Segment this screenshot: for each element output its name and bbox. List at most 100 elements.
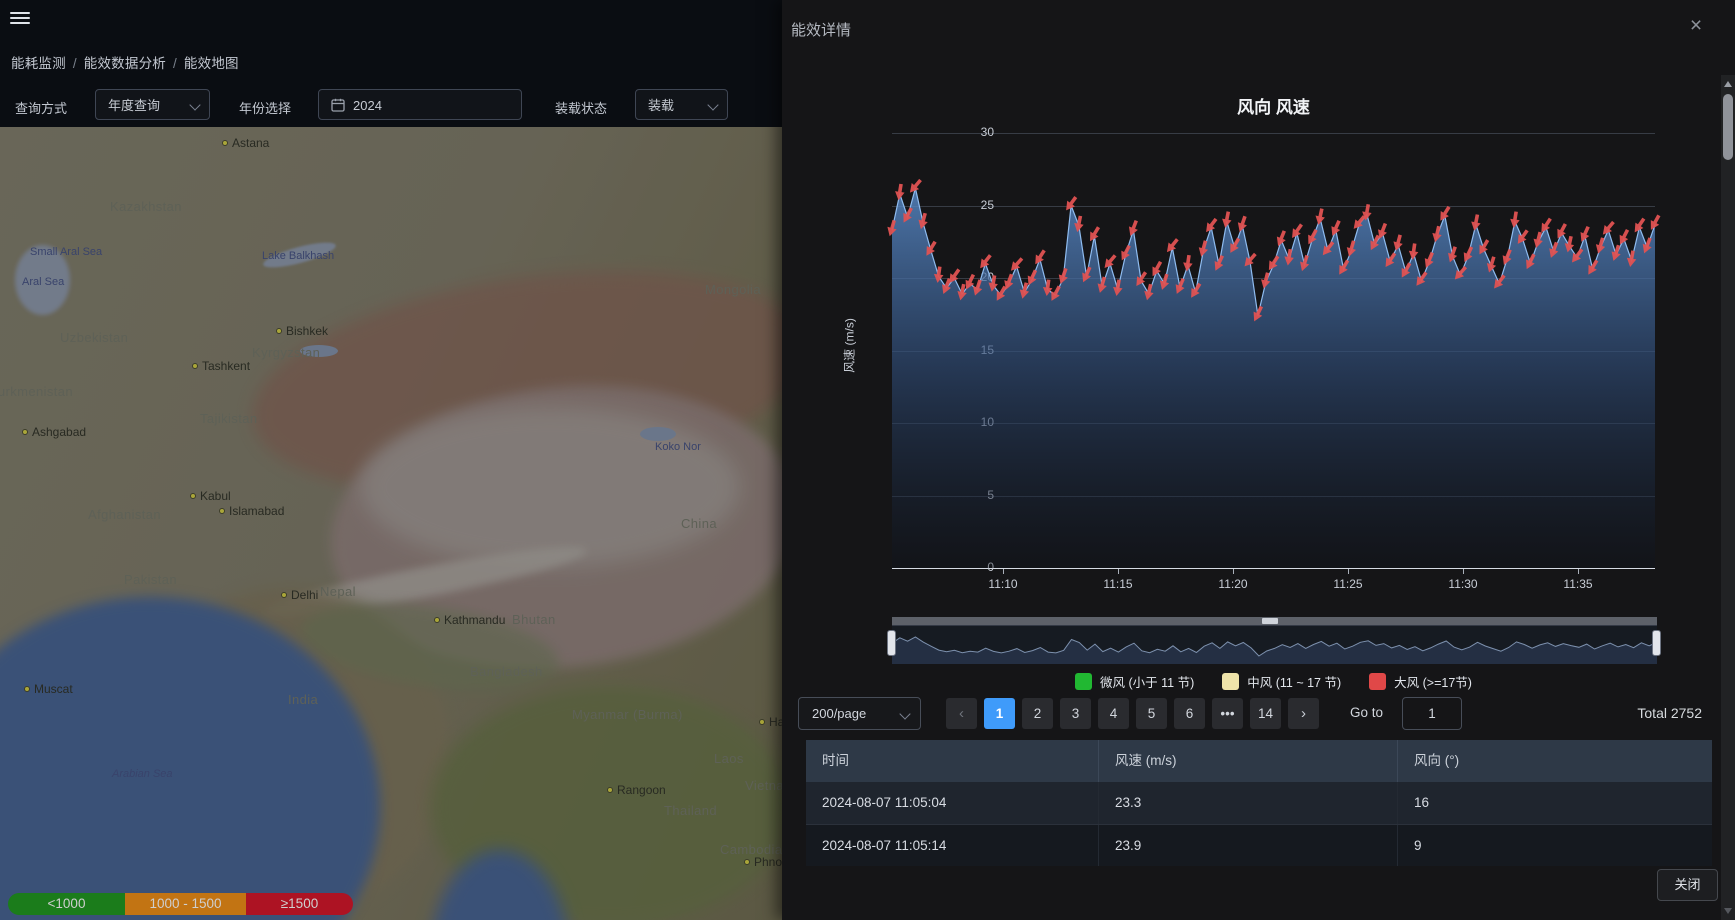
x-axis-tick: 11:35 — [1563, 577, 1592, 591]
scrollbar-track[interactable] — [1721, 75, 1735, 920]
map-label-water: Aral Sea — [22, 276, 64, 288]
map-label-city: Delhi — [291, 588, 318, 602]
map-label-country: Tajikistan — [200, 411, 257, 426]
table-row: 2024-08-07 11:05:1423.99 — [806, 825, 1712, 866]
breadcrumb-separator: / — [73, 56, 77, 71]
map-label-water: Lake Balkhash — [262, 250, 334, 262]
total-count: Total 2752 — [1482, 705, 1702, 721]
year-picker[interactable]: 2024 — [318, 89, 522, 120]
x-tick-mark — [1578, 569, 1579, 574]
map-label-city: Islamabad — [229, 504, 284, 518]
map-label-country: Bangladesh — [470, 664, 543, 679]
city-marker — [24, 686, 30, 692]
close-button[interactable]: 关闭 — [1657, 869, 1718, 901]
map-label-city: Phnom Penh — [754, 855, 782, 869]
goto-page-input[interactable] — [1402, 697, 1462, 730]
drawer-title: 能效详情 — [791, 19, 851, 40]
table-header-cell: 风速 (m/s) — [1099, 740, 1398, 782]
datazoom-handle-right[interactable] — [1652, 630, 1661, 656]
chart-legend-item[interactable]: 中风 (11 ~ 17 节) — [1222, 672, 1341, 691]
city-marker — [222, 140, 228, 146]
year-label: 年份选择 — [239, 98, 291, 117]
more-pages-button[interactable]: ••• — [1212, 698, 1243, 729]
chart-legend-item[interactable]: 大风 (>=17节) — [1369, 672, 1472, 691]
datazoom-box[interactable] — [892, 625, 1657, 664]
datazoom-grip-icon[interactable] — [1262, 618, 1278, 624]
table-cell: 9 — [1398, 825, 1712, 866]
city-marker — [607, 787, 613, 793]
filter-bar: 查询方式 年度查询 年份选择 2024 装载状态 装载 — [0, 89, 782, 122]
next-page-button[interactable]: › — [1288, 698, 1319, 729]
scroll-down-icon[interactable] — [1724, 908, 1732, 914]
x-tick-mark — [1463, 569, 1464, 574]
breadcrumb-separator: / — [173, 56, 177, 71]
chart-title: 风向 风速 — [892, 93, 1655, 118]
table-cell: 23.3 — [1099, 782, 1398, 824]
x-axis-tick: 11:25 — [1333, 577, 1362, 591]
map-label-city: Ashgabad — [32, 425, 86, 439]
datazoom-minichart — [892, 626, 1657, 664]
map-label-city: Astana — [232, 136, 269, 150]
x-axis-tick: 11:15 — [1103, 577, 1132, 591]
legend-segment: ≥1500 — [246, 893, 353, 915]
page-button-14[interactable]: 14 — [1250, 698, 1281, 729]
map-label-country: Mongolia — [705, 282, 761, 297]
calendar-icon — [331, 98, 345, 112]
datazoom-movebar[interactable] — [892, 617, 1657, 625]
chevron-down-icon — [899, 708, 910, 719]
table-header-cell: 时间 — [806, 740, 1099, 782]
map-label-city: Muscat — [34, 682, 73, 696]
map-label-country: Turkmenistan — [0, 384, 73, 399]
map-label-country: Kazakhstan — [110, 199, 182, 214]
x-axis-tick: 11:20 — [1218, 577, 1247, 591]
close-icon[interactable]: × — [1682, 12, 1710, 40]
prev-page-button[interactable]: ‹ — [946, 698, 977, 729]
page-size-select[interactable]: 200/page — [798, 697, 921, 730]
map-label-city: Bishkek — [286, 324, 328, 338]
datazoom-handle-left[interactable] — [887, 630, 896, 656]
breadcrumb-item[interactable]: 能耗监测 — [11, 56, 66, 71]
map-label-city: Rangoon — [617, 783, 666, 797]
map-label-country: Nepal — [320, 584, 356, 599]
legend-label: 微风 (小于 11 节) — [1100, 672, 1194, 691]
table-row: 2024-08-07 11:05:0423.316 — [806, 782, 1712, 825]
table-cell: 2024-08-07 11:05:04 — [806, 782, 1099, 824]
datazoom-slider[interactable] — [892, 617, 1657, 664]
detail-drawer: 能效详情 × 风向 风速 风速 (m/s) 051015202530 11:10… — [782, 0, 1735, 920]
load-status-select[interactable]: 装载 — [635, 89, 728, 120]
x-tick-mark — [1003, 569, 1004, 574]
menu-icon[interactable] — [10, 12, 30, 28]
map-canvas[interactable]: KazakhstanMongoliaUzbekistanKyrgyzstanTu… — [0, 127, 782, 920]
map-label-country: India — [288, 692, 318, 707]
chart-legend-item[interactable]: 微风 (小于 11 节) — [1075, 672, 1194, 691]
page-button-2[interactable]: 2 — [1022, 698, 1053, 729]
page-button-3[interactable]: 3 — [1060, 698, 1091, 729]
chart-legend: 微风 (小于 11 节) 中风 (11 ~ 17 节) 大风 (>=17节) — [892, 672, 1655, 691]
scroll-up-icon[interactable] — [1724, 81, 1732, 87]
query-mode-select[interactable]: 年度查询 — [95, 89, 210, 120]
legend-segment: 1000 - 1500 — [125, 893, 246, 915]
breadcrumb-item[interactable]: 能效数据分析 — [84, 56, 166, 71]
page-button-6[interactable]: 6 — [1174, 698, 1205, 729]
query-mode-value: 年度查询 — [108, 98, 160, 113]
year-value: 2024 — [353, 98, 382, 113]
query-mode-label: 查询方式 — [15, 98, 67, 117]
scrollbar-thumb[interactable] — [1723, 94, 1733, 160]
city-marker — [281, 592, 287, 598]
legend-segment: <1000 — [8, 893, 125, 915]
table-cell: 2024-08-07 11:05:14 — [806, 825, 1099, 866]
page-button-4[interactable]: 4 — [1098, 698, 1129, 729]
table-cell: 23.9 — [1099, 825, 1398, 866]
breadcrumb: 能耗监测 / 能效数据分析 / 能效地图 — [11, 52, 239, 72]
legend-label: 大风 (>=17节) — [1394, 672, 1472, 691]
map-label-country: Vietnam — [745, 778, 782, 793]
wind-chart-plot[interactable] — [892, 133, 1655, 568]
page-button-5[interactable]: 5 — [1136, 698, 1167, 729]
map-label-city: Hanoi — [769, 715, 782, 729]
map-label-water: Small Aral Sea — [30, 246, 102, 258]
modal-mask[interactable] — [0, 127, 782, 920]
city-marker — [759, 719, 765, 725]
breadcrumb-item[interactable]: 能效地图 — [184, 56, 239, 71]
chevron-down-icon — [707, 99, 718, 110]
page-button-1[interactable]: 1 — [984, 698, 1015, 729]
